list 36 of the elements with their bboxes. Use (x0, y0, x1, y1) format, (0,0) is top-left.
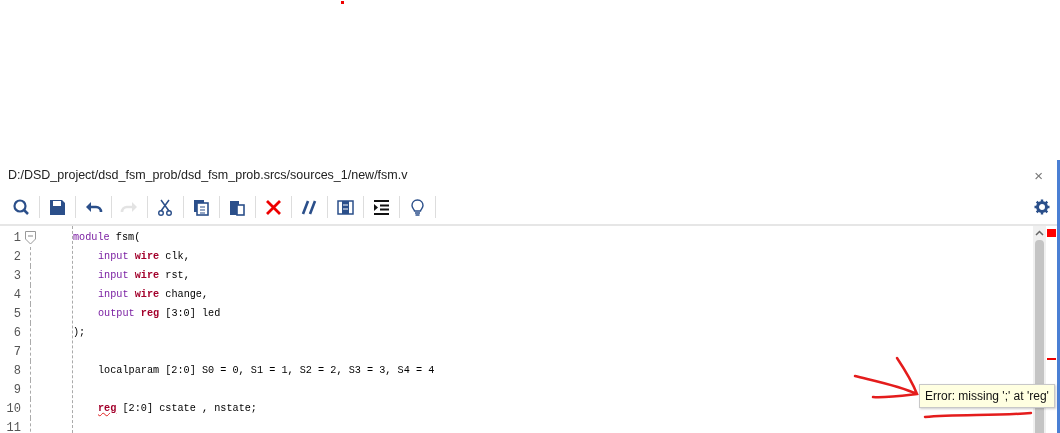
code-line: module fsm( (73, 231, 141, 245)
settings-button[interactable] (1032, 197, 1051, 217)
line-number: 7 (12, 344, 21, 359)
scroll-up-icon[interactable] (1035, 230, 1044, 236)
fold-icon[interactable] (24, 230, 36, 245)
error-tooltip: Error: missing ';' at 'reg' (919, 384, 1055, 408)
error-marker[interactable] (1047, 358, 1056, 360)
lightbulb-button[interactable] (408, 197, 427, 217)
line-number: 8 (12, 363, 21, 378)
code-line: input wire rst, (98, 269, 190, 283)
code-line: localparam [2:0] S0 = 0, S1 = 1, S2 = 2, S3 = 3, S4 = 4 (98, 364, 435, 378)
code-line: reg [2:0] cstate , nstate; (98, 402, 257, 416)
columns-button[interactable] (336, 197, 355, 217)
annotation-arrow (853, 356, 919, 399)
line-number: 3 (12, 268, 21, 283)
line-number: 9 (12, 382, 21, 397)
line-number: 11 (5, 420, 21, 433)
line-number: 5 (12, 306, 21, 321)
line-number: 6 (12, 325, 21, 340)
error-marker[interactable] (1047, 229, 1056, 237)
scissors-button[interactable] (156, 197, 175, 217)
code-line: output reg [3:0] led (98, 307, 221, 321)
search-button[interactable] (12, 197, 31, 217)
indent-button[interactable] (372, 197, 391, 217)
close-button[interactable]: × (1032, 166, 1045, 184)
line-number: 4 (12, 287, 21, 302)
line-number: 1 (12, 230, 21, 245)
copy-button[interactable] (192, 197, 211, 217)
code-line: input wire clk, (98, 250, 190, 264)
file-path: D:/DSD_project/dsd_fsm_prob/dsd_fsm_prob.srcs/sources_1/new/fsm.v (8, 168, 408, 182)
code-line: ); (73, 326, 86, 340)
line-number: 10 (5, 401, 21, 416)
save-button[interactable] (48, 197, 67, 217)
line-number: 2 (12, 249, 21, 264)
code-line: input wire change, (98, 288, 209, 302)
delete-button[interactable] (264, 197, 283, 217)
